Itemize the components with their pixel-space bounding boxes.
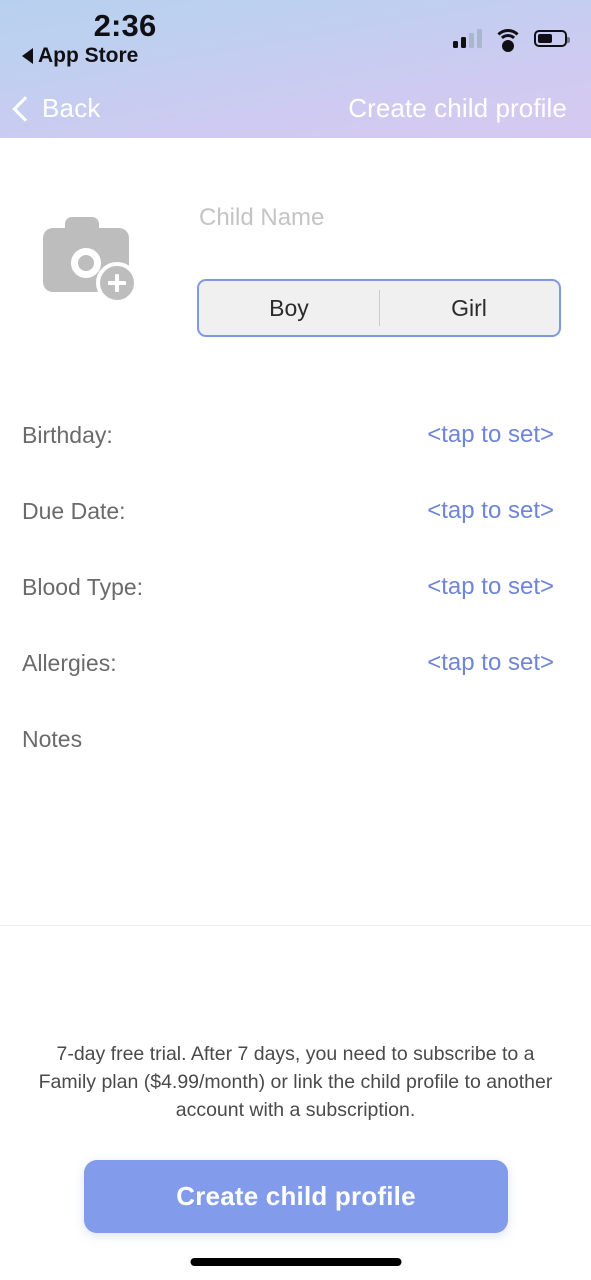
field-row-allergies: Allergies: <tap to set> bbox=[0, 636, 591, 712]
field-value-due-date[interactable]: <tap to set> bbox=[427, 497, 554, 525]
field-label-blood-type: Blood Type: bbox=[22, 574, 144, 600]
plus-badge-icon bbox=[96, 262, 138, 304]
field-value-allergies[interactable]: <tap to set> bbox=[427, 649, 554, 677]
page-title: Create child profile bbox=[348, 92, 567, 123]
back-button-label: Back bbox=[42, 92, 101, 123]
field-value-blood-type[interactable]: <tap to set> bbox=[427, 573, 554, 601]
field-label-birthday: Birthday: bbox=[22, 422, 113, 448]
camera-viewfinder-icon bbox=[65, 217, 99, 233]
gender-segmented-control[interactable]: Boy Girl bbox=[197, 279, 561, 337]
add-photo-button[interactable] bbox=[40, 212, 144, 308]
trial-disclaimer-text: 7-day free trial. After 7 days, you need… bbox=[38, 1043, 553, 1121]
return-to-app-button[interactable]: App Store bbox=[22, 44, 138, 68]
field-row-birthday: Birthday: <tap to set> bbox=[0, 408, 591, 484]
create-child-profile-button[interactable]: Create child profile bbox=[84, 1160, 508, 1233]
phone-screen: 2:36 App Store Back Create child profile bbox=[0, 0, 591, 1280]
field-label-due-date: Due Date: bbox=[22, 498, 126, 524]
gender-option-girl[interactable]: Girl bbox=[379, 281, 559, 335]
status-bar-time: 2:36 bbox=[93, 8, 157, 43]
field-row-due-date: Due Date: <tap to set> bbox=[0, 484, 591, 560]
camera-lens-icon bbox=[71, 248, 101, 278]
wifi-icon bbox=[493, 28, 523, 52]
status-bar-indicators bbox=[453, 28, 570, 52]
back-triangle-icon bbox=[22, 48, 33, 64]
header-gradient: 2:36 App Store Back Create child profile bbox=[0, 0, 591, 138]
return-to-app-label: App Store bbox=[38, 44, 139, 67]
nav-bar: Back Create child profile bbox=[0, 78, 591, 138]
field-row-notes: Notes bbox=[0, 712, 591, 772]
chevron-left-icon bbox=[12, 95, 38, 122]
status-bar: 2:36 App Store bbox=[0, 0, 591, 78]
home-indicator[interactable] bbox=[190, 1258, 401, 1266]
field-label-allergies: Allergies: bbox=[22, 650, 117, 676]
cellular-signal-icon bbox=[453, 28, 482, 48]
section-divider bbox=[0, 925, 591, 926]
child-name-input[interactable]: Child Name bbox=[199, 196, 564, 240]
back-button[interactable]: Back bbox=[8, 78, 109, 138]
field-label-notes: Notes bbox=[22, 726, 83, 752]
gender-option-boy[interactable]: Boy bbox=[199, 281, 379, 335]
profile-fields-list: Birthday: <tap to set> Due Date: <tap to… bbox=[0, 408, 591, 772]
battery-icon bbox=[534, 29, 570, 47]
field-value-birthday[interactable]: <tap to set> bbox=[427, 421, 554, 449]
field-row-blood-type: Blood Type: <tap to set> bbox=[0, 560, 591, 636]
